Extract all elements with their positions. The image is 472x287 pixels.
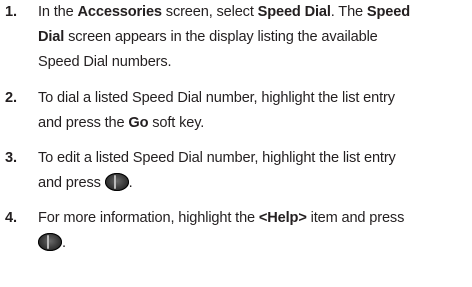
text-run: In the <box>38 4 78 20</box>
step-number: 1. <box>5 4 17 20</box>
text-run: . The <box>330 4 367 20</box>
menu-item-help: <Help> <box>258 210 307 226</box>
text-run: screen, select <box>161 4 258 20</box>
instruction-list: 1. In the Accessories screen, select Spe… <box>0 0 472 287</box>
step-text: For more information, highlight the <Hel… <box>38 206 468 256</box>
screen-name-speed: Speed <box>366 4 410 20</box>
text-run: To edit a listed Speed Dial number, high… <box>38 150 396 166</box>
step-4: 4. For more information, highlight the <… <box>0 206 472 256</box>
text-run: Speed Dial numbers. <box>38 54 172 70</box>
step-3: 3. To edit a listed Speed Dial number, h… <box>0 146 472 196</box>
step-number: 3. <box>5 150 17 166</box>
text-run: soft key. <box>148 115 205 131</box>
step-text: To edit a listed Speed Dial number, high… <box>38 146 468 196</box>
step-number: 2. <box>5 90 17 106</box>
menu-name-speed-dial: Speed Dial <box>257 4 331 20</box>
screen-name-dial: Dial <box>38 29 65 45</box>
text-run: item and press <box>306 210 405 226</box>
text-run: . <box>62 235 66 251</box>
text-run: screen appears in the display listing th… <box>64 29 378 45</box>
text-run: and press the <box>38 115 129 131</box>
step-text: To dial a listed Speed Dial number, high… <box>38 86 468 136</box>
ok-key-icon <box>38 233 62 251</box>
menu-name-accessories: Accessories <box>77 4 163 20</box>
step-2: 2. To dial a listed Speed Dial number, h… <box>0 86 472 136</box>
text-run: For more information, highlight the <box>38 210 259 226</box>
step-text: In the Accessories screen, select Speed … <box>38 0 468 75</box>
text-run: . <box>128 175 133 191</box>
step-1: 1. In the Accessories screen, select Spe… <box>0 0 472 75</box>
text-run: and press <box>38 175 105 191</box>
text-run: To dial a listed Speed Dial number, high… <box>38 90 395 106</box>
step-number: 4. <box>5 210 17 226</box>
ok-key-icon <box>104 173 129 191</box>
soft-key-go: Go <box>128 115 149 131</box>
